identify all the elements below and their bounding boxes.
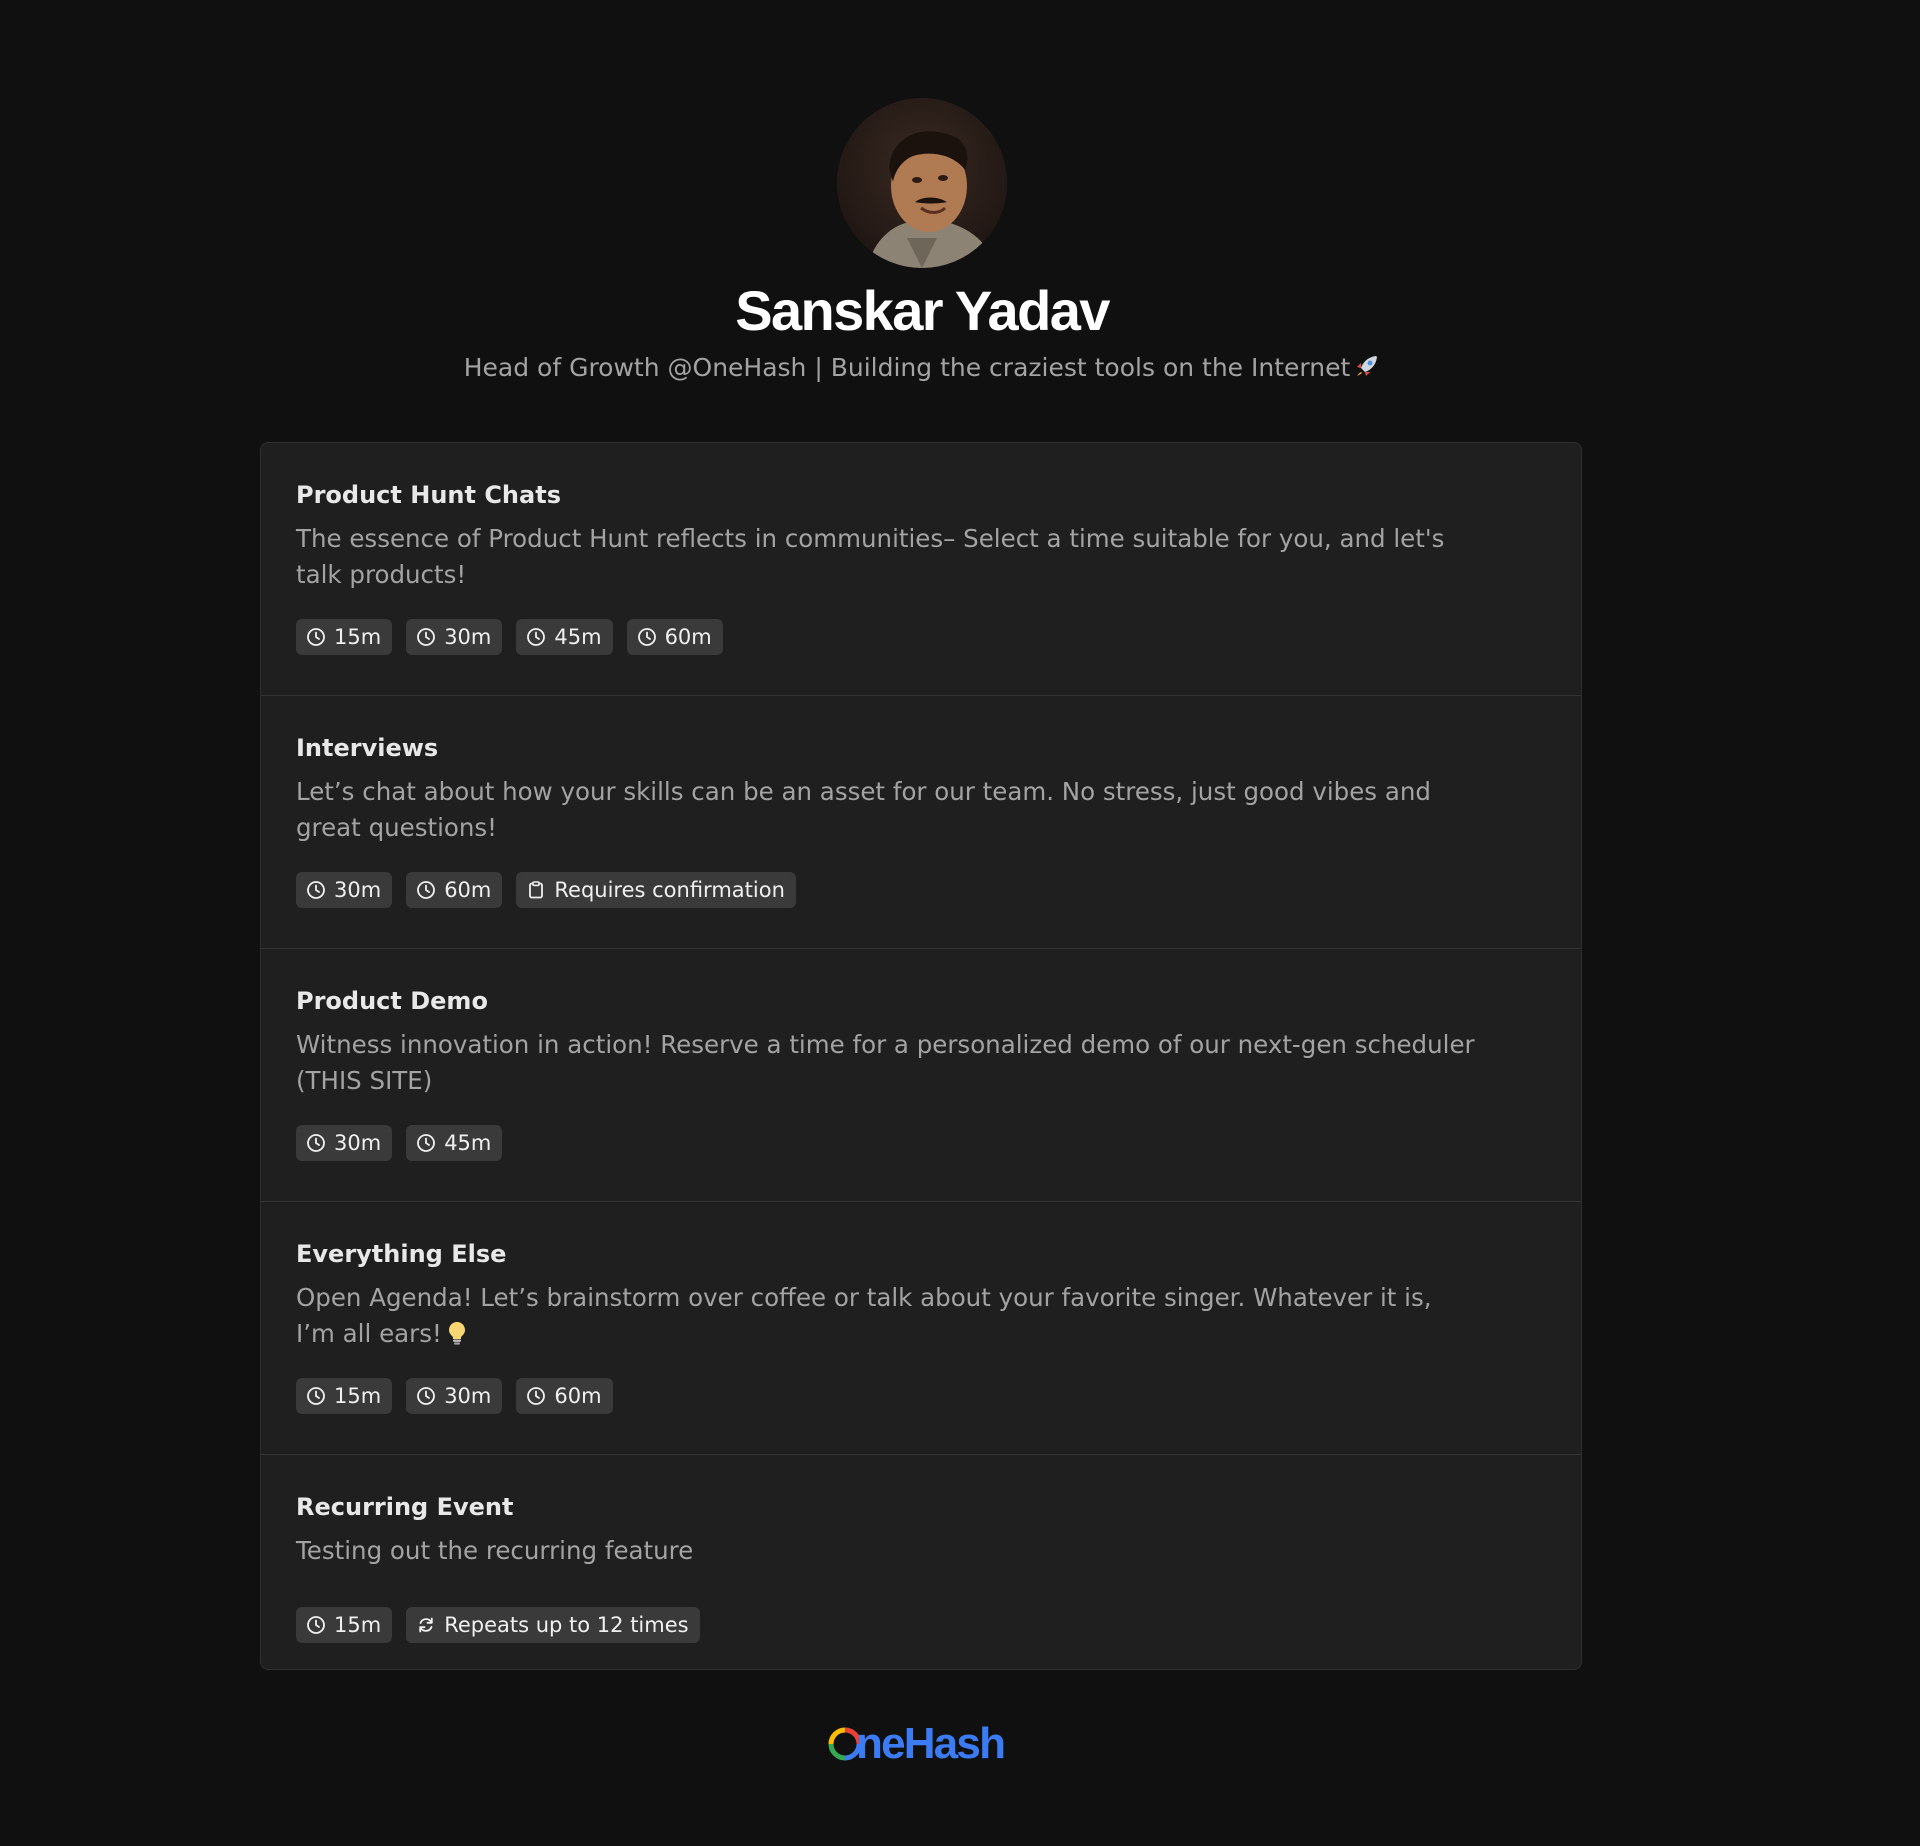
clock-icon xyxy=(527,628,546,646)
duration-badge: 60m xyxy=(516,1378,613,1414)
profile-name: Sanskar Yadav xyxy=(735,279,1110,342)
profile-bio-text: Head of Growth @OneHash | Building the c… xyxy=(463,353,1351,382)
duration-badge: 45m xyxy=(516,619,613,655)
brand-wordmark: neHash xyxy=(856,1719,1006,1768)
badge-label: 60m xyxy=(444,878,492,902)
duration-badge: 30m xyxy=(296,1125,393,1161)
repeat-icon xyxy=(419,1617,433,1633)
badge-label: 30m xyxy=(444,1384,492,1408)
rocket-icon xyxy=(1357,356,1378,376)
event-type-card[interactable]: Product Demo Witness innovation in actio… xyxy=(261,949,1581,1202)
clock-icon xyxy=(307,1134,325,1152)
badge-label: 30m xyxy=(334,1131,382,1155)
event-type-card[interactable]: Product Hunt Chats The essence of Produc… xyxy=(261,443,1581,696)
clock-icon xyxy=(417,1134,436,1152)
lightbulb-icon xyxy=(448,1322,465,1345)
clock-icon xyxy=(637,628,656,646)
clock-icon xyxy=(417,881,436,899)
badge-label: Requires confirmation xyxy=(554,878,785,902)
badge-label: 15m xyxy=(334,625,382,649)
event-description: The essence of Product Hunt reflects in … xyxy=(296,524,1445,589)
event-type-card[interactable]: Everything Else Open Agenda! Let’s brain… xyxy=(261,1202,1581,1455)
badge-label: 45m xyxy=(444,1131,492,1155)
onehash-logo[interactable]: neHash xyxy=(826,1716,1006,1772)
event-description: Testing out the recurring feature xyxy=(296,1536,694,1565)
event-title: Recurring Event xyxy=(296,1493,514,1521)
event-type-card[interactable]: Recurring Event Testing out the recurrin… xyxy=(261,1455,1581,1669)
duration-badge: 60m xyxy=(626,619,723,655)
event-type-card[interactable]: Interviews Let’s chat about how your ski… xyxy=(261,696,1581,949)
clock-icon xyxy=(307,881,325,899)
badge-label: 15m xyxy=(334,1613,382,1637)
clock-icon xyxy=(307,628,325,646)
event-description: Let’s chat about how your skills can be … xyxy=(296,777,1431,842)
event-title: Everything Else xyxy=(296,1240,507,1268)
duration-badge: 15m xyxy=(296,1378,393,1414)
event-description: Witness innovation in action! Reserve a … xyxy=(296,1030,1475,1095)
event-badges: 15m 30m 60m xyxy=(296,1378,613,1414)
clipboard-icon xyxy=(529,881,544,899)
event-title: Product Hunt Chats xyxy=(296,481,561,509)
event-badges: 15m 30m 45m 60m xyxy=(296,619,723,655)
badge-label: Repeats up to 12 times xyxy=(444,1613,689,1637)
profile-bio: Head of Growth @OneHash | Building the c… xyxy=(0,350,1844,386)
badge-label: 45m xyxy=(554,625,602,649)
duration-badge: 45m xyxy=(406,1125,503,1161)
event-title: Product Demo xyxy=(296,987,488,1015)
badge-label: 30m xyxy=(334,878,382,902)
avatar xyxy=(837,98,1007,268)
clock-icon xyxy=(307,1616,325,1634)
recurring-badge: Repeats up to 12 times xyxy=(406,1607,700,1643)
clock-icon xyxy=(527,1387,546,1405)
badge-label: 30m xyxy=(444,625,492,649)
clock-icon xyxy=(417,628,436,646)
event-description: Open Agenda! Let’s brainstorm over coffe… xyxy=(296,1280,1476,1352)
badge-label: 15m xyxy=(334,1384,382,1408)
event-badges: 30m 60m Requires confirmation xyxy=(296,872,796,908)
duration-badge: 15m xyxy=(296,1607,393,1643)
event-badges: 15m Repeats up to 12 times xyxy=(296,1607,700,1643)
clock-icon xyxy=(307,1387,325,1405)
duration-badge: 15m xyxy=(296,619,393,655)
duration-badge: 30m xyxy=(406,619,503,655)
duration-badge: 30m xyxy=(296,872,393,908)
duration-badge: 60m xyxy=(406,872,503,908)
event-title: Interviews xyxy=(296,734,439,762)
event-badges: 30m 45m xyxy=(296,1125,503,1161)
avatar-photo xyxy=(837,98,1007,268)
badge-label: 60m xyxy=(664,625,712,649)
duration-badge: 30m xyxy=(406,1378,503,1414)
confirmation-badge: Requires confirmation xyxy=(516,872,796,908)
event-type-list: Product Hunt Chats The essence of Produc… xyxy=(260,442,1582,1670)
clock-icon xyxy=(417,1387,436,1405)
badge-label: 60m xyxy=(554,1384,602,1408)
